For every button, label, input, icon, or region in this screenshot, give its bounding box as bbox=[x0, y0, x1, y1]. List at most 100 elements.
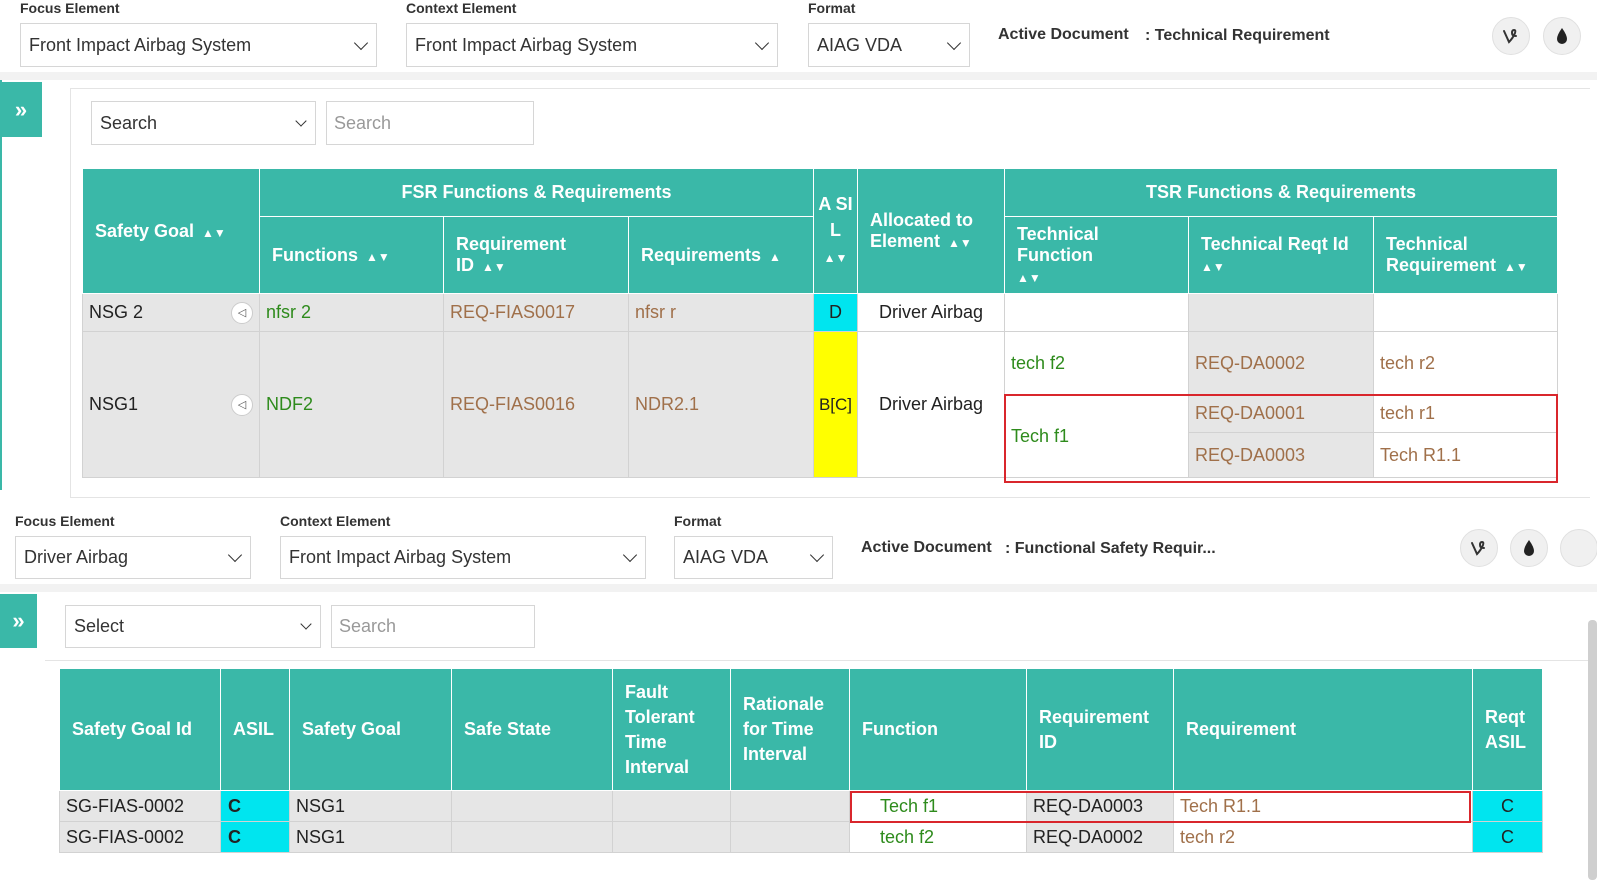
th-technical-reqt-id[interactable]: Technical Reqt Id ▲▼ bbox=[1188, 216, 1374, 294]
th-requirement-id[interactable]: Requirement ID ▲▼ bbox=[443, 216, 629, 294]
sort-icon: ▲▼ bbox=[1017, 270, 1041, 285]
bottom-expand-button[interactable]: » bbox=[0, 594, 37, 648]
cell-tech-function[interactable]: Tech f1 bbox=[1004, 394, 1189, 478]
cell-sg-id: SG-FIAS-0002 bbox=[59, 821, 221, 853]
top-left-accent bbox=[0, 80, 2, 490]
top-search-select[interactable]: Search bbox=[91, 101, 316, 145]
vine-icon bbox=[1503, 28, 1517, 44]
cell-requirement[interactable]: NDR2.1 bbox=[628, 331, 814, 478]
th-ftti[interactable]: Fault Tolerant Time Interval bbox=[612, 668, 731, 791]
chevron-down-icon bbox=[754, 35, 770, 50]
th-asil[interactable]: A SI L ▲▼ bbox=[813, 168, 858, 294]
th-reqt-asil[interactable]: Reqt ASIL bbox=[1472, 668, 1543, 791]
cell-tech-req[interactable]: tech r2 bbox=[1373, 331, 1558, 395]
cell-sg-id: SG-FIAS-0002 bbox=[59, 790, 221, 822]
bottom-separator bbox=[0, 584, 1597, 592]
cell-function[interactable]: NDF2 bbox=[259, 331, 444, 478]
bottom-search-select-value: Select bbox=[74, 616, 125, 636]
th-asil[interactable]: ASIL bbox=[220, 668, 290, 791]
vine-button[interactable] bbox=[1492, 17, 1530, 55]
cell-safety-goal: NSG1 ◁ bbox=[82, 331, 260, 478]
cell-tech-req bbox=[1373, 293, 1558, 332]
drop-icon bbox=[1557, 28, 1567, 44]
cell-tech-id[interactable]: REQ-DA0001 bbox=[1188, 394, 1374, 433]
cell-safety-goal: NSG 2 ◁ bbox=[82, 293, 260, 332]
th-requirement[interactable]: Requirement bbox=[1173, 668, 1473, 791]
top-format-select[interactable]: AIAG VDA bbox=[808, 23, 970, 67]
bottom-search-select[interactable]: Select bbox=[65, 605, 321, 648]
cell-reqt-asil: C bbox=[1472, 790, 1543, 822]
drop-button[interactable] bbox=[1543, 17, 1581, 55]
vine-button[interactable] bbox=[1460, 529, 1498, 567]
cell-tech-function[interactable]: tech f2 bbox=[1004, 331, 1189, 395]
top-active-doc-value: : Technical Requirement bbox=[1145, 27, 1330, 44]
collapse-left-icon[interactable]: ◁ bbox=[231, 301, 253, 324]
cell-req-id[interactable]: REQ-FIAS0017 bbox=[443, 293, 629, 332]
top-context-label: Context Element bbox=[406, 0, 517, 16]
top-search-input[interactable]: Search bbox=[326, 101, 534, 145]
extra-button[interactable] bbox=[1560, 529, 1597, 567]
bottom-search-input[interactable]: Search bbox=[331, 605, 535, 648]
chevron-down-icon bbox=[300, 618, 312, 630]
cell-req-id[interactable]: REQ-DA0003 bbox=[1026, 790, 1174, 822]
top-focus-label: Focus Element bbox=[20, 0, 120, 16]
th-functions[interactable]: Functions ▲▼ bbox=[259, 216, 444, 294]
th-function[interactable]: Function bbox=[849, 668, 1027, 791]
bottom-focus-value: Driver Airbag bbox=[24, 547, 129, 567]
chevron-down-icon bbox=[809, 547, 825, 563]
cell-req-id[interactable]: REQ-FIAS0016 bbox=[443, 331, 629, 478]
drop-icon bbox=[1524, 540, 1534, 556]
cell-safety-goal: NSG1 bbox=[289, 821, 452, 853]
bottom-table: Safety Goal Id ASIL Safety Goal Safe Sta… bbox=[59, 668, 1543, 853]
top-format-label: Format bbox=[808, 0, 856, 16]
th-technical-function[interactable]: Technical Function ▲▼ bbox=[1004, 216, 1189, 294]
th-requirements[interactable]: Requirements ▲ bbox=[628, 216, 814, 294]
cell-req-id[interactable]: REQ-DA0002 bbox=[1026, 821, 1174, 853]
bottom-active-doc-label: Active Document bbox=[861, 539, 992, 556]
cell-tech-id bbox=[1188, 293, 1374, 332]
drop-button[interactable] bbox=[1510, 529, 1548, 567]
bottom-format-value: AIAG VDA bbox=[683, 547, 769, 567]
bottom-context-label: Context Element bbox=[280, 513, 391, 529]
bottom-context-select[interactable]: Front Impact Airbag System bbox=[280, 536, 646, 579]
cell-tech-req[interactable]: tech r1 bbox=[1373, 394, 1558, 433]
collapse-left-icon[interactable]: ◁ bbox=[231, 393, 253, 416]
cell-tech-req[interactable]: Tech R1.1 bbox=[1373, 432, 1558, 478]
bottom-format-select[interactable]: AIAG VDA bbox=[674, 536, 833, 579]
top-focus-select[interactable]: Front Impact Airbag System bbox=[20, 23, 377, 67]
cell-function[interactable]: nfsr 2 bbox=[259, 293, 444, 332]
th-safety-goal[interactable]: Safety Goal bbox=[289, 668, 452, 791]
th-safe-state[interactable]: Safe State bbox=[451, 668, 613, 791]
sort-icon: ▲▼ bbox=[948, 236, 972, 250]
cell-requirement[interactable]: Tech R1.1 bbox=[1173, 790, 1473, 822]
table-row: NSG1 ◁ NDF2 REQ-FIAS0016 NDR2.1 B[C] Dri… bbox=[82, 331, 1558, 478]
th-requirement-id[interactable]: Requirement ID bbox=[1026, 668, 1174, 791]
bottom-panel-line bbox=[45, 660, 1597, 661]
th-allocated[interactable]: Allocated to Element ▲▼ bbox=[857, 168, 1005, 294]
top-context-select[interactable]: Front Impact Airbag System bbox=[406, 23, 778, 67]
cell-ftti bbox=[612, 790, 731, 822]
cell-tech-id[interactable]: REQ-DA0002 bbox=[1188, 331, 1374, 395]
cell-tech-function bbox=[1004, 293, 1189, 332]
double-chevron-right-icon: » bbox=[12, 608, 25, 633]
cell-tech-id[interactable]: REQ-DA0003 bbox=[1188, 432, 1374, 478]
th-rationale[interactable]: Rationale for Time Interval bbox=[730, 668, 850, 791]
cell-rationale bbox=[730, 821, 850, 853]
cell-asil: C bbox=[220, 790, 290, 822]
top-expand-button[interactable]: » bbox=[0, 82, 42, 137]
cell-requirement[interactable]: nfsr r bbox=[628, 293, 814, 332]
chevron-down-icon bbox=[227, 547, 243, 563]
cell-requirement[interactable]: tech r2 bbox=[1173, 821, 1473, 853]
cell-function[interactable]: tech f2 bbox=[849, 821, 1027, 853]
top-table: Safety Goal ▲▼ FSR Functions & Requiremen… bbox=[82, 168, 1558, 478]
cell-asil: C bbox=[220, 821, 290, 853]
scrollbar[interactable] bbox=[1588, 620, 1597, 880]
cell-function[interactable]: Tech f1 bbox=[849, 790, 1027, 822]
top-context-value: Front Impact Airbag System bbox=[415, 34, 638, 55]
th-technical-requirement[interactable]: Technical Requirement ▲▼ bbox=[1373, 216, 1558, 294]
bottom-focus-label: Focus Element bbox=[15, 513, 115, 529]
bottom-focus-select[interactable]: Driver Airbag bbox=[15, 536, 251, 579]
th-safety-goal-id[interactable]: Safety Goal Id bbox=[59, 668, 221, 791]
cell-allocated: Driver Airbag bbox=[857, 293, 1005, 332]
th-safety-goal[interactable]: Safety Goal ▲▼ bbox=[82, 168, 260, 294]
